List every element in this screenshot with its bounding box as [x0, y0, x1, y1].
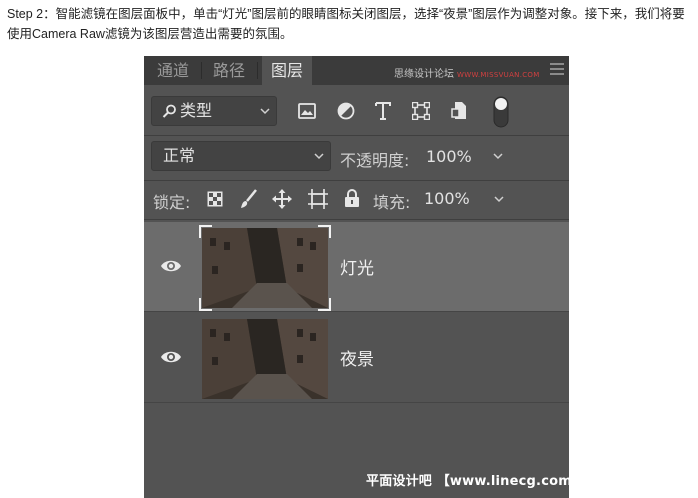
filter-kind-value: 类型 [180, 101, 213, 120]
layer-row-night-scene[interactable]: 夜景 [144, 313, 569, 402]
bottom-watermark: 平面设计吧 【www.linecg.com/tieba/1822】 [366, 474, 569, 489]
chevron-down-icon[interactable] [494, 194, 504, 204]
filter-kind-dropdown[interactable]: 类型 [151, 96, 277, 126]
layer-name[interactable]: 夜景 [340, 345, 374, 370]
lock-position-icon[interactable] [272, 189, 292, 209]
tab-paths[interactable]: 路径 [206, 56, 252, 85]
tab-channels[interactable]: 通道 [150, 56, 196, 85]
layer-thumbnail [202, 319, 328, 399]
lock-label: 锁定: [153, 193, 191, 212]
top-watermark: 思缘设计论坛 WWW.MISSVUAN.COM [394, 65, 540, 80]
opacity-label: 不透明度: [340, 151, 410, 170]
smart-object-filter-icon[interactable] [451, 101, 467, 120]
chevron-down-icon[interactable] [493, 151, 503, 161]
tutorial-caption: Step 2：智能滤镜在图层面板中，单击“灯光”图层前的眼睛图标关闭图层，选择“… [7, 7, 685, 41]
layer-row-lights[interactable]: 灯光 [144, 222, 569, 311]
eye-icon[interactable] [160, 258, 182, 274]
lock-artboard-icon[interactable] [308, 189, 328, 209]
search-icon [162, 104, 176, 118]
panel-tab-bar: 通道 路径 图层 思缘设计论坛 WWW.MISSVUAN.COM [144, 56, 569, 85]
panel-menu-icon[interactable] [550, 63, 564, 75]
shape-filter-icon[interactable] [412, 102, 430, 120]
tab-layers[interactable]: 图层 [262, 56, 312, 85]
top-watermark-site: WWW.MISSVUAN.COM [457, 71, 540, 79]
blend-mode-value: 正常 [163, 146, 196, 165]
filter-toggle-icon[interactable] [493, 96, 509, 128]
adjustment-filter-icon[interactable] [337, 102, 355, 120]
image-filter-icon[interactable] [298, 103, 316, 119]
chevron-down-icon [260, 108, 270, 115]
smart-filter-frame [199, 225, 331, 311]
layers-panel: 通道 路径 图层 思缘设计论坛 WWW.MISSVUAN.COM 类型 正常 不… [144, 56, 569, 498]
opacity-value[interactable]: 100% [426, 147, 472, 166]
fill-label: 填充: [373, 193, 411, 212]
lock-all-icon[interactable] [344, 189, 360, 208]
type-filter-icon[interactable] [375, 102, 391, 120]
blend-mode-dropdown[interactable]: 正常 [151, 141, 331, 171]
lock-paint-icon[interactable] [240, 189, 258, 209]
fill-value[interactable]: 100% [424, 189, 470, 208]
layer-name[interactable]: 灯光 [340, 254, 374, 279]
lock-transparent-icon[interactable] [207, 191, 223, 207]
eye-icon[interactable] [160, 349, 182, 365]
top-watermark-text: 思缘设计论坛 [394, 69, 454, 80]
chevron-down-icon [314, 153, 324, 160]
